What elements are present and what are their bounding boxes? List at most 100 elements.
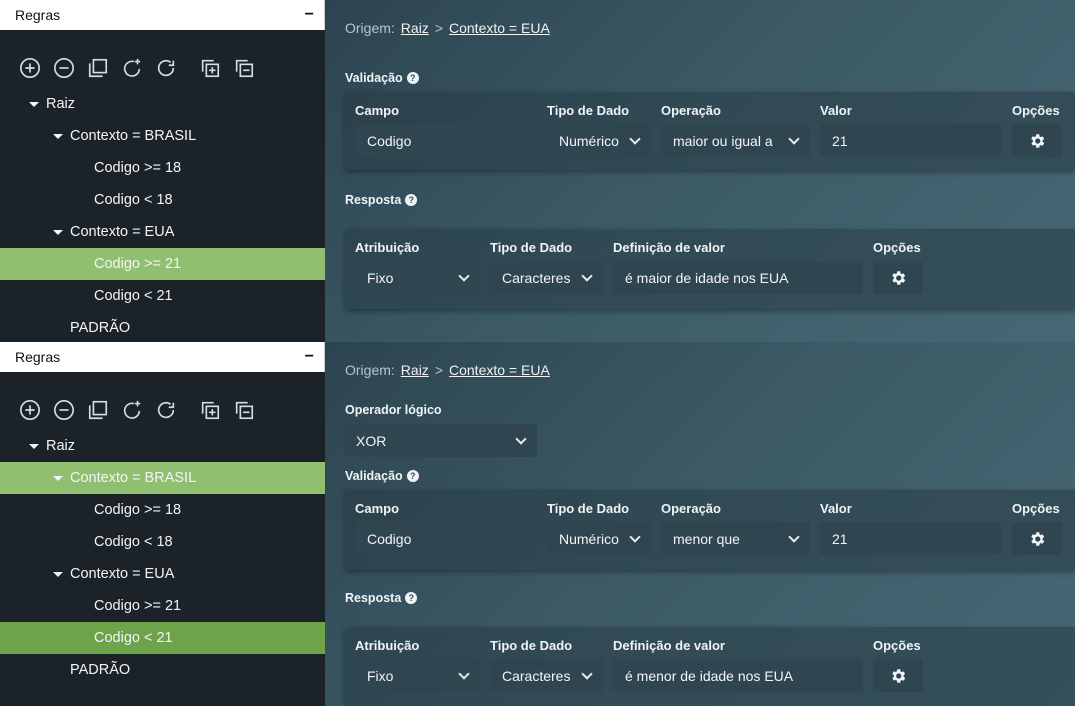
add-node-icon[interactable] xyxy=(17,397,43,423)
operacao-label: Operação xyxy=(661,501,721,516)
sidebar-header: Regras − xyxy=(0,342,325,372)
breadcrumb-prefix: Origem: xyxy=(345,20,395,36)
tree-node-codigo-lt-21[interactable]: Codigo < 21 xyxy=(0,622,325,654)
opcoes-label: Opções xyxy=(873,638,921,653)
atribuicao-select[interactable]: Fixo xyxy=(355,261,480,294)
tipo-dado-label: Tipo de Dado xyxy=(490,240,573,255)
resposta-card: Atribuição Tipo de Dado Definição de val… xyxy=(345,229,1075,309)
campo-input[interactable]: Codigo xyxy=(355,522,537,555)
duplicate-remove-icon[interactable] xyxy=(231,55,257,81)
rules-tree: Raiz Contexto = BRASIL Codigo >= 18 Codi… xyxy=(0,430,325,686)
validacao-options-gear-icon[interactable] xyxy=(1012,522,1062,555)
help-icon[interactable]: ? xyxy=(405,194,418,206)
caret-down-icon[interactable] xyxy=(46,572,70,577)
caret-down-icon[interactable] xyxy=(46,476,70,481)
rule-editor: Origem: Raiz > Contexto = EUA Operador l… xyxy=(325,342,1075,706)
duplicate-add-icon[interactable] xyxy=(197,55,223,81)
resposta-card: Atribuição Tipo de Dado Definição de val… xyxy=(345,627,1075,706)
chevron-down-icon xyxy=(458,667,470,680)
refresh-icon[interactable] xyxy=(153,55,179,81)
tree-node-padrao[interactable]: PADRÃO xyxy=(0,654,325,686)
definicao-valor-input[interactable]: é maior de idade nos EUA xyxy=(613,261,863,294)
tree-node-contexto-eua[interactable]: Contexto = EUA xyxy=(0,558,325,590)
validacao-card: Campo Tipo de Dado Operação Valor Opções… xyxy=(345,490,1075,570)
copy-node-icon[interactable] xyxy=(85,397,111,423)
tree-node-contexto-brasil[interactable]: Contexto = BRASIL xyxy=(0,462,325,494)
campo-label: Campo xyxy=(355,501,400,516)
breadcrumb-root-link[interactable]: Raiz xyxy=(401,362,429,378)
chevron-down-icon xyxy=(788,530,800,543)
tree-node-codigo-gte-18[interactable]: Codigo >= 18 xyxy=(0,152,325,184)
tipo-dado-label: Tipo de Dado xyxy=(547,501,630,516)
definicao-valor-label: Definição de valor xyxy=(613,638,725,653)
valor-label: Valor xyxy=(820,501,852,516)
tree-node-contexto-eua[interactable]: Contexto = EUA xyxy=(0,216,325,248)
help-icon[interactable]: ? xyxy=(406,72,419,84)
tree-node-raiz[interactable]: Raiz xyxy=(0,430,325,462)
duplicate-add-icon[interactable] xyxy=(197,397,223,423)
remove-node-icon[interactable] xyxy=(51,397,77,423)
definicao-valor-input[interactable]: é menor de idade nos EUA xyxy=(613,659,863,692)
add-node-icon[interactable] xyxy=(17,55,43,81)
tree-node-codigo-lt-21[interactable]: Codigo < 21 xyxy=(0,280,325,312)
refresh-icon[interactable] xyxy=(153,397,179,423)
duplicate-remove-icon[interactable] xyxy=(231,397,257,423)
minimize-button[interactable]: − xyxy=(305,6,314,24)
rules-tree: Raiz Contexto = BRASIL Codigo >= 18 Codi… xyxy=(0,88,325,342)
validacao-options-gear-icon[interactable] xyxy=(1012,124,1062,157)
chevron-down-icon xyxy=(581,667,593,680)
copy-node-icon[interactable] xyxy=(85,55,111,81)
tree-node-codigo-gte-18[interactable]: Codigo >= 18 xyxy=(0,494,325,526)
valor-input[interactable]: 21 xyxy=(820,124,1001,157)
valor-input[interactable]: 21 xyxy=(820,522,1001,555)
rules-sidebar: Regras − Raiz Contexto = BRASIL Codigo >… xyxy=(0,342,325,706)
caret-down-icon[interactable] xyxy=(22,444,46,449)
rules-sidebar: Regras − Raiz Contexto = BRASIL Codigo >… xyxy=(0,0,325,342)
help-icon[interactable]: ? xyxy=(406,470,419,482)
tipo-dado-select[interactable]: Caracteres xyxy=(490,659,603,692)
chevron-down-icon xyxy=(629,530,641,543)
breadcrumb-current-link[interactable]: Contexto = EUA xyxy=(449,362,550,378)
operacao-select[interactable]: menor que xyxy=(661,522,810,555)
sidebar-header: Regras − xyxy=(0,0,325,30)
rules-panel-bottom: Regras − Raiz Contexto = BRASIL Codigo >… xyxy=(0,342,1075,706)
resposta-options-gear-icon[interactable] xyxy=(873,261,923,294)
chevron-down-icon xyxy=(458,269,470,282)
resposta-options-gear-icon[interactable] xyxy=(873,659,923,692)
tree-node-raiz[interactable]: Raiz xyxy=(0,88,325,120)
caret-down-icon[interactable] xyxy=(46,230,70,235)
operador-logico-select[interactable]: XOR xyxy=(344,424,537,457)
breadcrumb-root-link[interactable]: Raiz xyxy=(401,20,429,36)
tree-toolbar xyxy=(0,372,325,430)
refresh-add-icon[interactable] xyxy=(119,397,145,423)
tree-node-contexto-brasil[interactable]: Contexto = BRASIL xyxy=(0,120,325,152)
tree-node-codigo-gte-21[interactable]: Codigo >= 21 xyxy=(0,248,325,280)
minimize-button[interactable]: − xyxy=(305,348,314,366)
tipo-dado-select[interactable]: Caracteres xyxy=(490,261,603,294)
refresh-add-icon[interactable] xyxy=(119,55,145,81)
caret-down-icon[interactable] xyxy=(22,102,46,107)
tree-node-codigo-lt-18[interactable]: Codigo < 18 xyxy=(0,184,325,216)
validacao-card: Campo Tipo de Dado Operação Valor Opções… xyxy=(345,92,1075,170)
remove-node-icon[interactable] xyxy=(51,55,77,81)
chevron-down-icon xyxy=(515,432,527,445)
chevron-down-icon xyxy=(629,132,641,145)
breadcrumb-separator: > xyxy=(434,20,443,36)
campo-label: Campo xyxy=(355,103,400,118)
tree-node-padrao[interactable]: PADRÃO xyxy=(0,312,325,342)
caret-down-icon[interactable] xyxy=(46,134,70,139)
tipo-dado-select[interactable]: Numérico xyxy=(547,124,651,157)
validacao-title: Validação? xyxy=(345,71,419,85)
resposta-title: Resposta? xyxy=(345,591,418,605)
tree-node-codigo-gte-21[interactable]: Codigo >= 21 xyxy=(0,590,325,622)
opcoes-label: Opções xyxy=(1012,501,1060,516)
campo-input[interactable]: Codigo xyxy=(355,124,537,157)
sidebar-title: Regras xyxy=(15,7,61,23)
operacao-select[interactable]: maior ou igual a xyxy=(661,124,810,157)
breadcrumb-current-link[interactable]: Contexto = EUA xyxy=(449,20,550,36)
breadcrumb: Origem: Raiz > Contexto = EUA xyxy=(345,362,550,378)
help-icon[interactable]: ? xyxy=(405,592,418,604)
atribuicao-select[interactable]: Fixo xyxy=(355,659,480,692)
tipo-dado-select[interactable]: Numérico xyxy=(547,522,651,555)
tree-node-codigo-lt-18[interactable]: Codigo < 18 xyxy=(0,526,325,558)
